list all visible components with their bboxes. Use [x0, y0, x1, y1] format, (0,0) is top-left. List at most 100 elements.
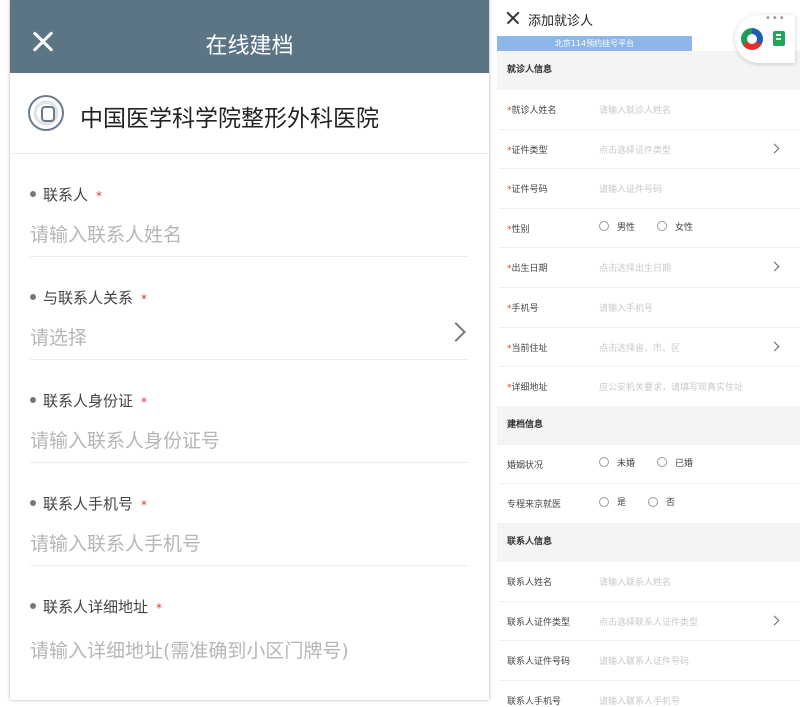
married-option[interactable]: 已婚 [657, 456, 693, 469]
mini-program-capsule[interactable]: ••• [735, 13, 795, 63]
contact-address-field[interactable]: 联系人详细地址 * 请输入详细地址(需准确到小区门牌号) [30, 566, 469, 686]
contact-phone-row[interactable]: 联系人手机号 请输入联系人手机号 [499, 681, 800, 707]
birth-date-row[interactable]: *出生日期 点击选择出生日期 [499, 248, 800, 288]
field-label: 联系人详细地址 * [30, 596, 162, 617]
bullet-icon [30, 602, 36, 609]
chevron-right-icon[interactable] [769, 261, 780, 272]
page-title: 添加就诊人 [528, 14, 594, 29]
contact-phone-input[interactable]: 请输入联系人手机号 [599, 694, 680, 707]
section-title-contact: 联系人信息 [497, 522, 800, 562]
unmarried-option[interactable]: 未婚 [599, 456, 635, 469]
contact-id-field[interactable]: 联系人身份证 * 请输入联系人身份证号 [30, 360, 469, 463]
contact-phone-input[interactable]: 请输入联系人手机号 [30, 529, 201, 556]
gender-male-option[interactable]: 男性 [599, 220, 635, 233]
radio-button[interactable] [648, 496, 659, 507]
required-mark: * [156, 601, 163, 615]
gender-female-option[interactable]: 女性 [657, 220, 693, 233]
hospital-banner: 中国医学科学院整形外科医院 [10, 73, 489, 154]
beijing-visit-row: 专程来京就医 是 否 [499, 484, 800, 523]
row-label: *详细地址 [507, 383, 548, 394]
birth-date-select[interactable]: 点击选择出生日期 [599, 261, 671, 274]
required-mark: * [141, 498, 148, 512]
bookmark-icon[interactable] [773, 31, 785, 46]
contact-name-row[interactable]: 联系人姓名 请输入联系人姓名 [499, 562, 800, 602]
field-label: 联系人手机号 * [30, 493, 147, 514]
no-option[interactable]: 否 [648, 495, 675, 508]
current-address-select[interactable]: 点击选择省、市、区 [599, 341, 680, 354]
radio-button[interactable] [599, 221, 609, 232]
row-label: *证件类型 [507, 145, 548, 156]
bullet-icon [30, 396, 36, 403]
field-label: 与联系人关系 * [30, 287, 147, 308]
yes-option[interactable]: 是 [599, 495, 626, 508]
gender-row: *性别 男性 女性 [499, 209, 800, 249]
patient-name-row[interactable]: *就诊人姓名 请输入就诊人姓名 [499, 90, 800, 130]
contact-name-input[interactable]: 请输入联系人姓名 [30, 220, 182, 247]
bullet-icon [30, 190, 36, 197]
required-mark: * [141, 292, 148, 306]
radio-button[interactable] [657, 221, 668, 232]
contact-id-input[interactable]: 请输入联系人身份证号 [30, 426, 220, 453]
row-label: 联系人证件类型 [507, 617, 571, 628]
id-type-row[interactable]: *证件类型 点击选择证件类型 [499, 130, 800, 170]
page-title: 在线建档 [205, 34, 294, 59]
contact-relation-select[interactable]: 请选择 [30, 323, 87, 350]
contact-relation-field[interactable]: 与联系人关系 * 请选择 [30, 257, 469, 360]
required-mark: * [141, 395, 148, 409]
row-label: *证件号码 [507, 185, 548, 196]
chevron-right-icon[interactable] [769, 615, 780, 625]
patient-name-input[interactable]: 请输入就诊人姓名 [599, 103, 671, 116]
contact-id-type-select[interactable]: 点击选择联系人证件类型 [599, 615, 698, 628]
gender-radio-group: 男性 女性 [599, 220, 715, 233]
contact-id-number-row[interactable]: 联系人证件号码 请输入联系人证件号码 [499, 641, 800, 681]
row-label: *性别 [507, 224, 530, 235]
close-icon[interactable] [507, 12, 519, 24]
chevron-right-icon[interactable] [769, 341, 780, 352]
id-number-input[interactable]: 请输入证件号码 [599, 182, 662, 195]
radio-button[interactable] [657, 457, 668, 468]
row-label: 联系人证件号码 [507, 657, 571, 668]
more-dots-icon[interactable]: ••• [765, 13, 786, 24]
right-phone-screen: 添加就诊人 ••• 北京114预约挂号平台 就诊人信息 *就诊人姓名 请输入就诊… [497, 0, 800, 707]
beijing-visit-radio-group: 是 否 [599, 495, 697, 508]
contact-id-number-input[interactable]: 请输入联系人证件号码 [599, 654, 689, 667]
contact-phone-field[interactable]: 联系人手机号 * 请输入联系人手机号 [30, 463, 469, 566]
hospital-logo-icon [28, 95, 64, 131]
field-label: 联系人 * [30, 184, 102, 205]
required-mark: * [96, 189, 103, 203]
bullet-icon [30, 293, 36, 300]
id-number-row[interactable]: *证件号码 请输入证件号码 [499, 169, 800, 209]
row-label: *就诊人姓名 [507, 106, 557, 116]
app-header: 在线建档 [10, 0, 489, 73]
radio-button[interactable] [599, 496, 609, 507]
row-label: *手机号 [507, 303, 539, 314]
chevron-right-icon[interactable] [769, 143, 780, 154]
platform-banner: 北京114预约挂号平台 [497, 36, 692, 51]
field-label: 联系人身份证 * [30, 390, 147, 411]
marital-radio-group: 未婚 已婚 [599, 456, 715, 469]
contact-id-type-row[interactable]: 联系人证件类型 点击选择联系人证件类型 [499, 602, 800, 642]
detail-address-row[interactable]: *详细地址 应公安机关要求，请填写现真实住址 [499, 367, 800, 406]
current-address-row[interactable]: *当前住址 点击选择省、市、区 [499, 328, 800, 368]
row-label: *当前住址 [507, 343, 548, 354]
chevron-right-icon[interactable] [446, 322, 466, 342]
phone-input[interactable]: 请输入手机号 [599, 301, 653, 314]
left-phone-screen: 在线建档 中国医学科学院整形外科医院 联系人 * 请输入联系人姓名 与联系人关系 *… [10, 0, 489, 700]
detail-address-input[interactable]: 应公安机关要求，请填写现真实住址 [599, 380, 743, 393]
row-label: 专程来京就医 [507, 500, 562, 511]
phone-row[interactable]: *手机号 请输入手机号 [499, 288, 800, 328]
row-label: 婚姻状况 [507, 460, 544, 471]
contact-name-field[interactable]: 联系人 * 请输入联系人姓名 [30, 154, 469, 257]
section-title-record: 建档信息 [497, 405, 800, 445]
bullet-icon [30, 499, 36, 506]
row-label: 联系人姓名 [507, 577, 553, 588]
contact-name-input[interactable]: 请输入联系人姓名 [599, 575, 671, 588]
row-label: *出生日期 [507, 264, 548, 275]
id-type-select[interactable]: 点击选择证件类型 [599, 143, 671, 156]
contact-address-input[interactable]: 请输入详细地址(需准确到小区门牌号) [30, 636, 349, 663]
hospital-name: 中国医学科学院整形外科医院 [80, 106, 379, 132]
app-logo-icon[interactable] [741, 28, 763, 50]
radio-button[interactable] [599, 457, 609, 468]
row-label: 联系人手机号 [507, 696, 562, 707]
marital-status-row: 婚姻状况 未婚 已婚 [499, 445, 800, 485]
